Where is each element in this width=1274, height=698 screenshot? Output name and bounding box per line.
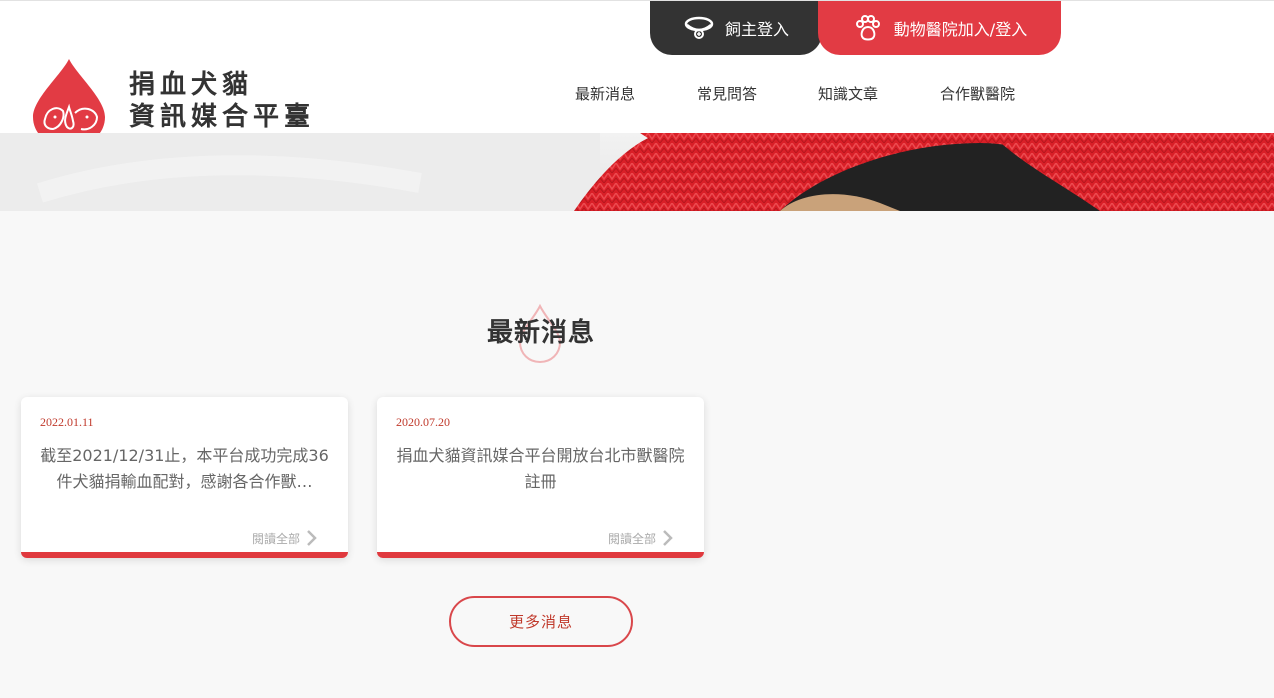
nav-item-partner-hospitals[interactable]: 合作獸醫院 [940,83,1015,104]
brand-line-1: 捐血犬貓 [129,70,254,100]
read-more-link[interactable]: 閱讀全部 [252,529,318,547]
more-news-button[interactable]: 更多消息 [449,596,633,647]
nav-item-articles[interactable]: 知識文章 [818,83,878,104]
pet-collar-icon [684,16,714,39]
site-header: 捐血犬貓 資訊媒合平臺 飼主登入 動物醫院加入/登入 最新消息 常見問答 知識文… [0,0,1274,147]
read-more-link[interactable]: 閱讀全部 [608,529,674,547]
card-accent-bar [377,552,704,558]
read-more-label: 閱讀全部 [251,531,300,546]
news-text[interactable]: 截至2021/12/31止，本平台成功完成36件犬貓捐輸血配對，感謝各合作獸… [39,443,330,497]
nav-item-latest-news[interactable]: 最新消息 [575,83,635,104]
owner-login-button[interactable]: 飼主登入 [650,1,822,55]
news-text[interactable]: 捐血犬貓資訊媒合平台開放台北市獸醫院註冊 [395,443,686,497]
news-card[interactable]: 2022.01.11 截至2021/12/31止，本平台成功完成36件犬貓捐輸血… [21,397,348,558]
news-date: 2022.01.11 [40,415,94,429]
hospital-login-button[interactable]: 動物醫院加入/登入 [818,1,1061,55]
owner-login-label: 飼主登入 [724,20,789,39]
chevron-right-icon [307,530,317,546]
read-more-label: 閱讀全部 [607,531,656,546]
chevron-right-icon [663,530,673,546]
card-accent-bar [21,552,348,558]
brand-name[interactable]: 捐血犬貓 資訊媒合平臺 [129,69,315,133]
news-date: 2020.07.20 [396,415,450,429]
section-title: 最新消息 [486,318,595,348]
news-card[interactable]: 2020.07.20 捐血犬貓資訊媒合平台開放台北市獸醫院註冊 閱讀全部 [377,397,704,558]
hospital-login-label: 動物醫院加入/登入 [893,20,1028,39]
nav-item-faq[interactable]: 常見問答 [697,83,757,104]
banner-image [0,133,1274,211]
brand-line-2: 資訊媒合平臺 [129,102,316,132]
hero-banner [0,133,1274,211]
paw-icon [855,15,880,41]
